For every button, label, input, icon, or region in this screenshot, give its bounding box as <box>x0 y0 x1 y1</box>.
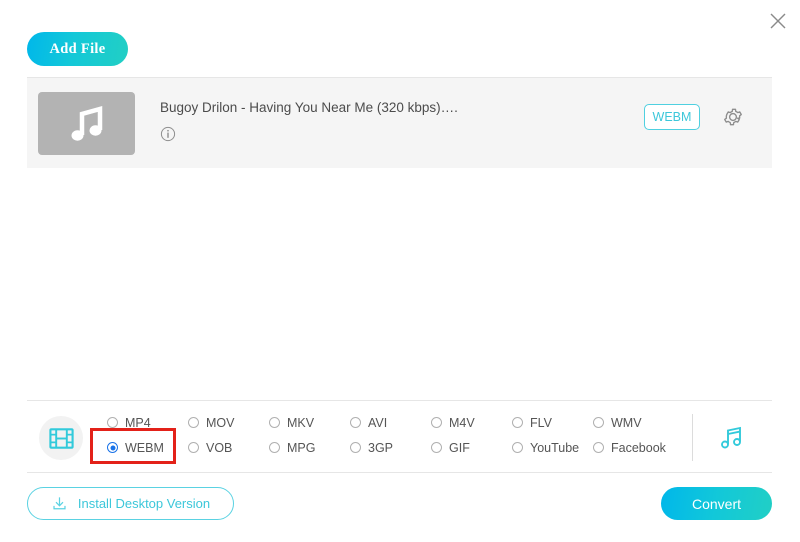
format-option-mkv[interactable]: MKV <box>269 410 350 435</box>
music-note-icon <box>717 423 747 453</box>
radio-icon <box>512 442 523 453</box>
format-option-label: FLV <box>530 416 552 430</box>
format-option-mov[interactable]: MOV <box>188 410 269 435</box>
format-option-flv[interactable]: FLV <box>512 410 593 435</box>
file-list-panel: Bugoy Drilon - Having You Near Me (320 k… <box>27 77 772 168</box>
radio-icon <box>350 442 361 453</box>
format-option-label: MP4 <box>125 416 151 430</box>
radio-icon <box>593 417 604 428</box>
format-option-label: MOV <box>206 416 234 430</box>
format-bar-divider <box>692 414 693 461</box>
file-format-button[interactable]: WEBM <box>644 104 700 130</box>
install-desktop-version-button[interactable]: Install Desktop Version <box>27 487 234 520</box>
format-option-gif[interactable]: GIF <box>431 435 512 460</box>
convert-button[interactable]: Convert <box>661 487 772 520</box>
format-option-label: VOB <box>206 441 232 455</box>
format-options-grid: MP4 MOV MKV AVI M4V FLV WMV WEBM <box>107 410 692 460</box>
format-option-label: MKV <box>287 416 314 430</box>
format-option-label: WMV <box>611 416 642 430</box>
convert-label: Convert <box>692 496 741 512</box>
radio-icon <box>269 417 280 428</box>
format-option-label: YouTube <box>530 441 579 455</box>
film-strip-icon <box>48 425 75 452</box>
radio-icon <box>107 442 118 453</box>
format-option-facebook[interactable]: Facebook <box>593 435 674 460</box>
info-icon <box>160 126 176 142</box>
file-format-label: WEBM <box>653 110 692 124</box>
format-selector-bar: MP4 MOV MKV AVI M4V FLV WMV WEBM <box>27 400 772 473</box>
format-option-label: GIF <box>449 441 470 455</box>
radio-icon <box>431 417 442 428</box>
file-row[interactable]: Bugoy Drilon - Having You Near Me (320 k… <box>27 78 772 168</box>
format-option-webm[interactable]: WEBM <box>107 435 188 460</box>
format-option-label: WEBM <box>125 441 164 455</box>
radio-icon <box>188 417 199 428</box>
close-icon <box>768 11 788 31</box>
format-option-m4v[interactable]: M4V <box>431 410 512 435</box>
radio-icon <box>593 442 604 453</box>
radio-icon <box>269 442 280 453</box>
format-option-youtube[interactable]: YouTube <box>512 435 593 460</box>
radio-icon <box>431 442 442 453</box>
format-option-avi[interactable]: AVI <box>350 410 431 435</box>
file-settings-button[interactable] <box>722 106 744 128</box>
format-option-label: AVI <box>368 416 387 430</box>
gear-icon <box>722 106 744 128</box>
format-option-mpg[interactable]: MPG <box>269 435 350 460</box>
format-option-wmv[interactable]: WMV <box>593 410 674 435</box>
file-info-button[interactable] <box>160 126 176 142</box>
video-format-tab[interactable] <box>39 416 83 460</box>
format-option-mp4[interactable]: MP4 <box>107 410 188 435</box>
install-desktop-version-label: Install Desktop Version <box>78 496 210 511</box>
radio-icon <box>512 417 523 428</box>
add-file-button[interactable]: Add File <box>27 32 128 66</box>
audio-format-tab[interactable] <box>712 418 752 458</box>
download-icon <box>51 495 68 512</box>
radio-icon <box>350 417 361 428</box>
add-file-label: Add File <box>50 41 106 58</box>
file-thumbnail <box>38 92 135 155</box>
format-option-vob[interactable]: VOB <box>188 435 269 460</box>
file-title: Bugoy Drilon - Having You Near Me (320 k… <box>160 100 458 115</box>
format-option-label: MPG <box>287 441 315 455</box>
format-option-3gp[interactable]: 3GP <box>350 435 431 460</box>
radio-icon <box>107 417 118 428</box>
radio-icon <box>188 442 199 453</box>
format-option-label: 3GP <box>368 441 393 455</box>
close-window-button[interactable] <box>761 4 795 38</box>
format-option-label: M4V <box>449 416 475 430</box>
music-note-icon <box>67 105 107 143</box>
format-option-label: Facebook <box>611 441 666 455</box>
